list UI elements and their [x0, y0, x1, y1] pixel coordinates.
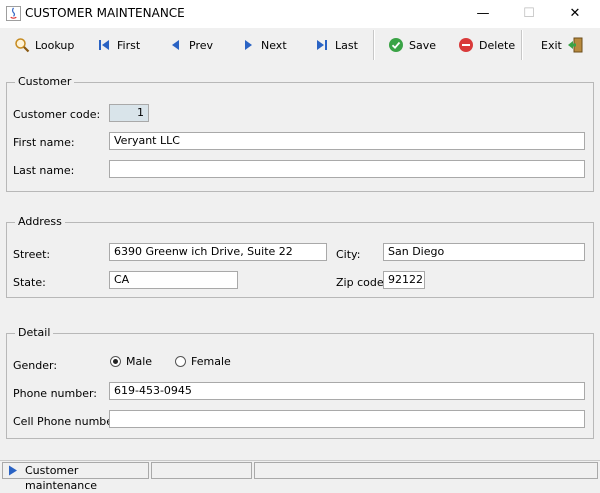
city-label: City:	[336, 248, 361, 261]
gender-male-radio[interactable]: Male	[110, 355, 152, 368]
cell-phone-field[interactable]	[109, 410, 585, 428]
address-legend: Address	[15, 215, 65, 228]
street-label: Street:	[13, 248, 51, 261]
radio-selected-icon	[110, 356, 121, 367]
save-button[interactable]: Save	[388, 32, 436, 58]
status-bar: Customer maintenance	[0, 460, 600, 492]
street-field[interactable]: 6390 Greenw ich Drive, Suite 22	[109, 243, 327, 261]
phone-number-field[interactable]: 619-453-0945	[109, 382, 585, 400]
maximize-button[interactable]: ☐	[506, 0, 552, 28]
check-circle-icon	[389, 38, 403, 52]
title-bar: CUSTOMER MAINTENANCE — ☐ ✕	[0, 0, 600, 28]
delete-button[interactable]: Delete	[458, 32, 515, 58]
next-icon	[245, 40, 252, 50]
zip-code-label: Zip code:	[336, 276, 388, 289]
last-button[interactable]: Last	[314, 32, 358, 58]
delete-circle-icon	[459, 38, 473, 52]
lookup-button[interactable]: Lookup	[14, 32, 74, 58]
first-button[interactable]: First	[96, 32, 140, 58]
play-arrow-icon	[9, 465, 17, 476]
state-label: State:	[13, 276, 46, 289]
customer-code-field[interactable]: 1	[109, 104, 149, 122]
close-button[interactable]: ✕	[552, 0, 598, 28]
first-name-field[interactable]: Veryant LLC	[109, 132, 585, 150]
first-label: First	[117, 38, 141, 52]
customer-code-label: Customer code:	[13, 108, 101, 121]
toolbar-separator	[373, 30, 375, 60]
status-cell-2	[151, 462, 252, 479]
prev-button[interactable]: Prev	[168, 32, 213, 58]
exit-button[interactable]: Exit	[541, 32, 583, 58]
prev-label: Prev	[189, 38, 213, 52]
save-label: Save	[409, 38, 437, 52]
radio-unselected-icon	[175, 356, 186, 367]
java-app-icon	[6, 6, 21, 21]
lookup-label: Lookup	[35, 38, 75, 52]
next-label: Next	[261, 38, 287, 52]
toolbar-separator	[521, 30, 523, 60]
delete-label: Delete	[479, 38, 516, 52]
last-label: Last	[335, 38, 358, 52]
exit-label: Exit	[541, 38, 562, 52]
status-text: Customer maintenance	[25, 464, 98, 492]
zip-code-field[interactable]: 92122	[383, 271, 425, 289]
status-cell-main: Customer maintenance	[2, 462, 149, 492]
gender-female-label: Female	[191, 355, 231, 368]
detail-legend: Detail	[15, 326, 54, 339]
toolbar: Lookup First Prev Next Last Save Delete …	[0, 28, 600, 62]
status-cell-3	[254, 462, 598, 479]
gender-female-radio[interactable]: Female	[175, 355, 231, 368]
window-title: CUSTOMER MAINTENANCE	[25, 6, 185, 20]
last-record-icon	[317, 40, 327, 50]
phone-number-label: Phone number:	[13, 387, 98, 400]
state-field[interactable]: CA	[109, 271, 238, 289]
magnifier-icon	[15, 38, 30, 53]
last-name-label: Last name:	[13, 164, 75, 177]
gender-male-label: Male	[126, 355, 153, 368]
next-button[interactable]: Next	[240, 32, 287, 58]
cell-phone-label: Cell Phone number:	[13, 415, 122, 428]
gender-label: Gender:	[13, 359, 58, 372]
customer-legend: Customer	[15, 75, 75, 88]
city-field[interactable]: San Diego	[383, 243, 585, 261]
first-name-label: First name:	[13, 136, 75, 149]
exit-door-icon	[567, 37, 583, 53]
last-name-field[interactable]	[109, 160, 585, 178]
first-record-icon	[99, 40, 109, 50]
minimize-button[interactable]: —	[460, 0, 506, 28]
previous-icon	[172, 40, 179, 50]
